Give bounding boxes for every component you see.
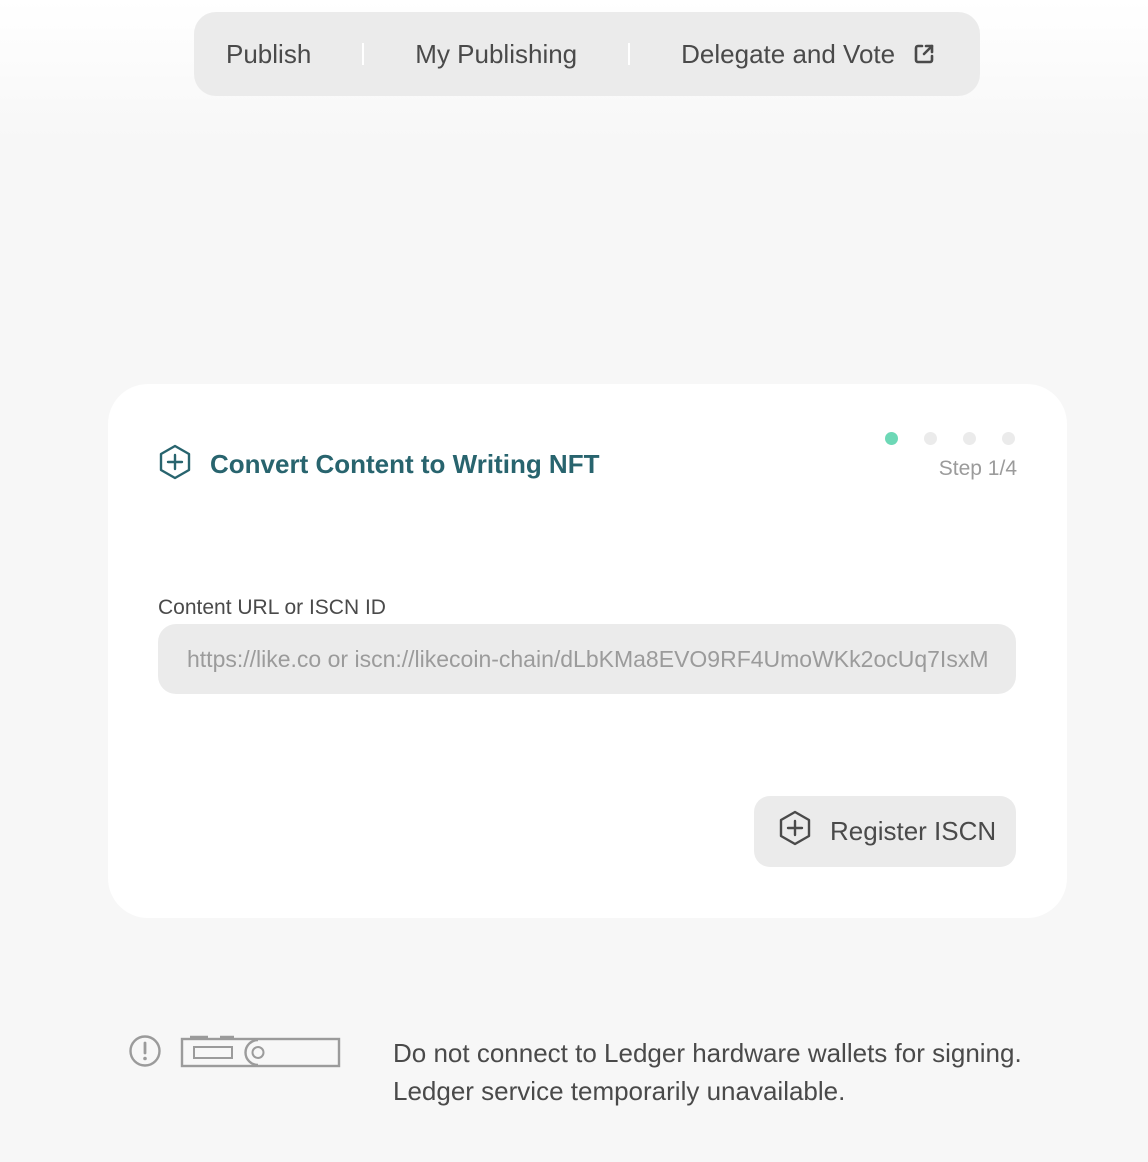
card-header: Convert Content to Writing NFT <box>158 444 599 485</box>
alert-circle-icon <box>128 1034 162 1073</box>
top-nav: Publish My Publishing Delegate and Vote <box>194 12 980 96</box>
hexagon-plus-icon <box>158 444 192 485</box>
ledger-warning: Do not connect to Ledger hardware wallet… <box>128 1034 1022 1106</box>
step-dots <box>885 432 1017 445</box>
nav-item-label: Publish <box>226 38 312 69</box>
convert-card: Convert Content to Writing NFT Step 1/4 … <box>108 384 1067 918</box>
content-url-label: Content URL or ISCN ID <box>158 596 386 619</box>
ledger-device-icon <box>180 1034 342 1075</box>
warning-text: Do not connect to Ledger hardware wallet… <box>393 1034 1093 1110</box>
nav-item-label: My Publishing <box>415 38 578 69</box>
nav-item-label: Delegate and Vote <box>681 38 896 69</box>
step-dot <box>1002 432 1015 445</box>
stepper: Step 1/4 <box>885 432 1017 481</box>
nav-item-my-publishing[interactable]: My Publishing <box>415 39 577 70</box>
warning-line: Ledger service temporarily unavailable. <box>393 1076 846 1106</box>
external-link-icon <box>913 43 935 65</box>
register-iscn-label: Register ISCN <box>830 816 997 846</box>
warning-line: Do not connect to Ledger hardware wallet… <box>393 1038 1022 1068</box>
hexagon-plus-icon <box>778 810 812 853</box>
register-iscn-button[interactable]: Register ISCN <box>754 796 1016 867</box>
nav-item-publish[interactable]: Publish <box>226 39 311 70</box>
card-title: Convert Content to Writing NFT <box>210 449 600 479</box>
step-dot <box>924 432 937 445</box>
step-label: Step 1/4 <box>938 457 1017 480</box>
nav-item-delegate-and-vote[interactable]: Delegate and Vote <box>681 39 935 70</box>
step-dot-active <box>885 432 898 445</box>
page: Publish My Publishing Delegate and Vote <box>0 0 1148 1162</box>
step-dot <box>963 432 976 445</box>
content-url-input[interactable] <box>158 624 1016 694</box>
nav-divider <box>628 43 631 65</box>
nav-divider <box>362 43 365 65</box>
warning-icons <box>128 1034 342 1075</box>
